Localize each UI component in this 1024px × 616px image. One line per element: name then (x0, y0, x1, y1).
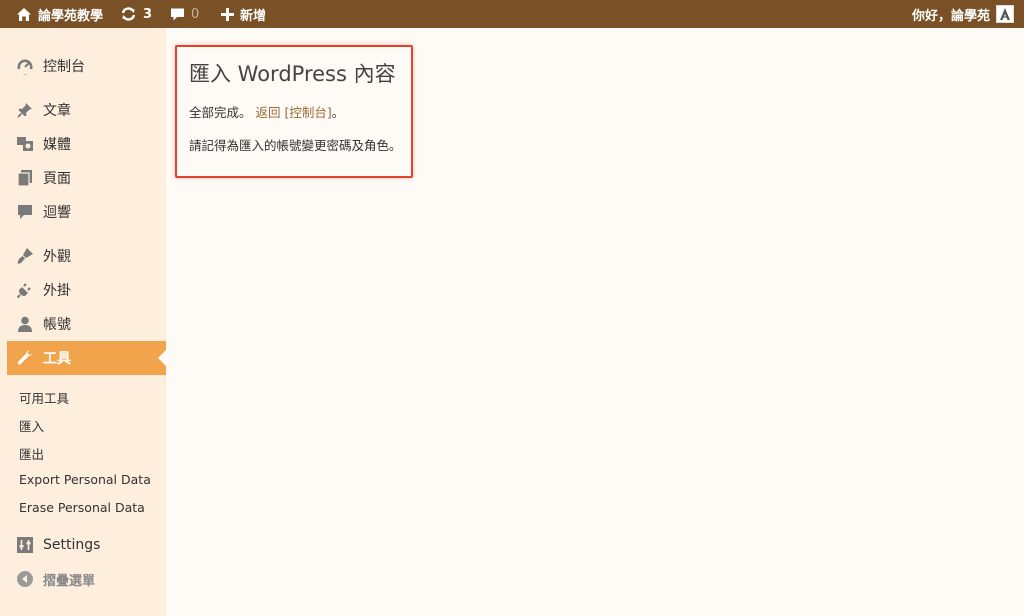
done-text: 全部完成。 (189, 105, 252, 120)
menu-comments[interactable]: 迴響 (0, 195, 166, 229)
site-name-link[interactable]: 論學苑教學 (16, 0, 103, 28)
home-icon (17, 7, 31, 21)
menu-label: 媒體 (43, 137, 71, 153)
collapse-icon (16, 570, 34, 588)
media-icon (16, 135, 34, 153)
menu-tools[interactable]: 工具 (7, 341, 166, 375)
menu-label: 摺疊選單 (43, 573, 96, 589)
menu-label: 帳號 (43, 317, 71, 333)
comment-icon (16, 203, 34, 221)
page-title: 匯入 WordPress 內容 (189, 62, 396, 86)
plus-icon (221, 7, 234, 21)
admin-bar: 論學苑教學 3 0 新增 你好，論學苑 (0, 0, 1024, 28)
admin-sidebar: 控制台 文章 媒體 頁面 迴響 外觀 外掛 帳號 工具 可用工具 匯入 匯出 E… (0, 28, 166, 616)
comments-link[interactable]: 0 (170, 0, 199, 28)
menu-posts[interactable]: 文章 (0, 93, 166, 127)
brush-icon (16, 247, 34, 265)
menu-label: 迴響 (43, 205, 71, 221)
dashboard-icon (16, 57, 34, 75)
menu-label: 控制台 (43, 59, 85, 75)
password-reminder: 請記得為匯入的帳號變更密碼及角色。 (189, 138, 402, 153)
user-icon (16, 315, 34, 333)
back-to-dashboard-link[interactable]: 返回 [控制台] (256, 105, 332, 120)
submenu-erase-personal-data[interactable]: Erase Personal Data (19, 500, 145, 515)
site-name: 論學苑教學 (38, 8, 104, 24)
menu-label: Settings (43, 537, 101, 553)
refresh-icon (121, 7, 136, 21)
menu-plugins[interactable]: 外掛 (0, 273, 166, 307)
submenu-import[interactable]: 匯入 (19, 416, 44, 435)
menu-users[interactable]: 帳號 (0, 307, 166, 341)
updates-link[interactable]: 3 (120, 0, 152, 28)
submenu-export[interactable]: 匯出 (19, 444, 44, 463)
my-account-link[interactable]: 你好，論學苑 (912, 0, 1014, 28)
comment-bubble-icon (171, 8, 184, 20)
done-message: 全部完成。 返回 [控制台]。 (189, 102, 344, 121)
menu-label: 文章 (43, 103, 71, 119)
pin-icon (16, 101, 34, 119)
menu-label: 工具 (43, 351, 71, 367)
plugin-icon (16, 281, 34, 299)
settings-icon (16, 536, 34, 554)
new-content-link[interactable]: 新增 (221, 0, 266, 28)
tools-submenu: 可用工具 匯入 匯出 Export Personal Data Erase Pe… (0, 375, 166, 517)
page-icon (16, 169, 34, 187)
updates-count: 3 (143, 6, 153, 22)
avatar-logo-icon (1000, 8, 1010, 20)
collapse-menu-button[interactable]: 摺疊選單 (0, 562, 166, 596)
menu-pages[interactable]: 頁面 (0, 161, 166, 195)
active-menu-arrow (158, 350, 166, 366)
menu-label: 外掛 (43, 283, 71, 299)
menu-media[interactable]: 媒體 (0, 127, 166, 161)
menu-label: 頁面 (43, 171, 71, 187)
new-label: 新增 (240, 8, 267, 24)
period: 。 (331, 105, 345, 120)
greeting: 你好，論學苑 (911, 8, 990, 24)
menu-dashboard[interactable]: 控制台 (0, 49, 166, 83)
menu-settings[interactable]: Settings (0, 528, 166, 562)
comments-count: 0 (191, 6, 200, 22)
menu-label: 外觀 (43, 249, 71, 265)
avatar (996, 5, 1014, 23)
menu-appearance[interactable]: 外觀 (0, 239, 166, 273)
wrench-icon (16, 349, 34, 367)
submenu-available-tools[interactable]: 可用工具 (19, 388, 69, 407)
submenu-export-personal-data[interactable]: Export Personal Data (19, 472, 151, 487)
